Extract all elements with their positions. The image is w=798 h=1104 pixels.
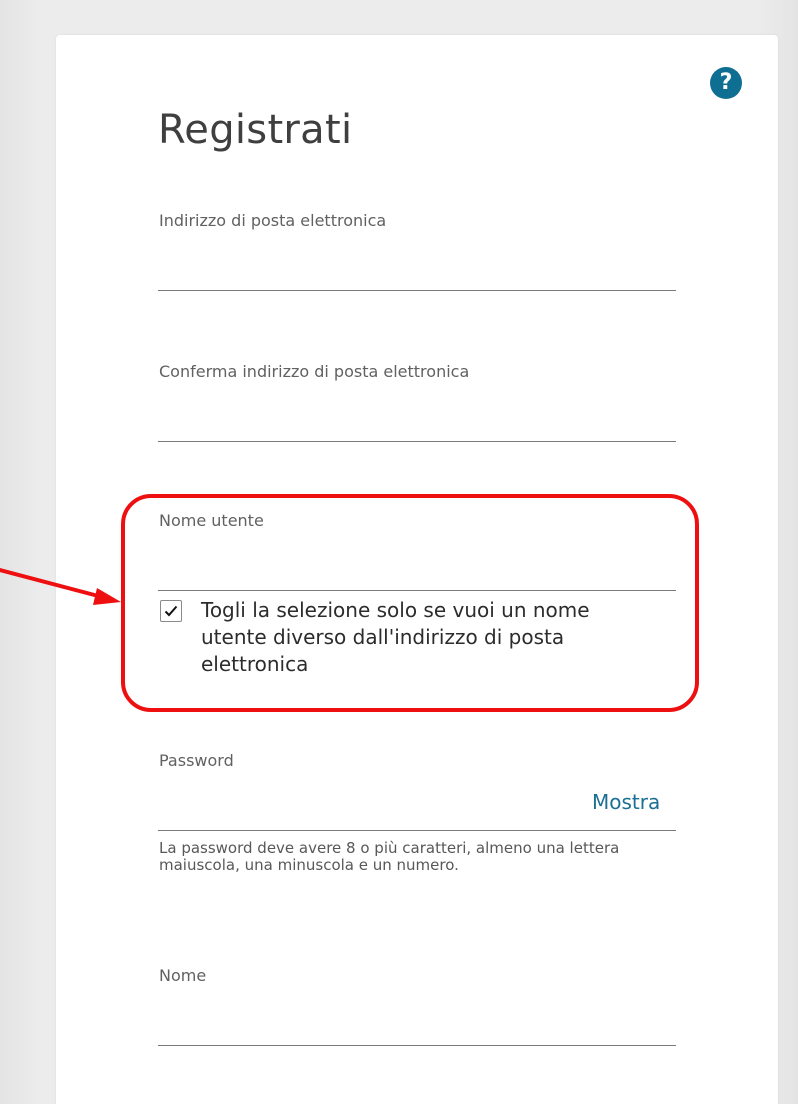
username-input[interactable] [158,557,676,591]
email-input[interactable] [158,257,676,291]
same-as-email-checkbox-label[interactable]: Togli la selezione solo se vuoi un nome … [201,597,641,678]
confirm-email-label: Conferma indirizzo di posta elettronica [159,362,470,381]
page-title: Registrati [158,107,353,153]
same-as-email-checkbox[interactable] [160,600,182,622]
checkmark-icon [164,605,178,617]
first-name-input[interactable] [158,1012,676,1046]
email-label: Indirizzo di posta elettronica [159,211,387,230]
confirm-email-input[interactable] [158,408,676,442]
password-label: Password [159,751,234,770]
password-hint: La password deve avere 8 o più caratteri… [159,839,620,874]
show-password-link[interactable]: Mostra [592,789,660,815]
help-icon[interactable]: ? [710,67,742,99]
username-label: Nome utente [159,511,264,530]
first-name-label: Nome [159,966,207,985]
